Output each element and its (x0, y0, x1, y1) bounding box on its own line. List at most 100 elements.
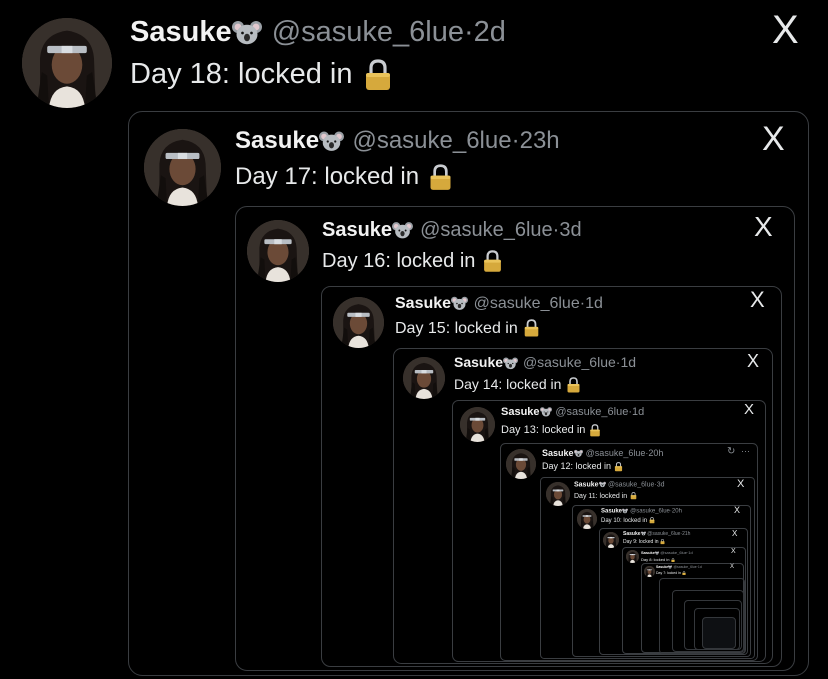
avatar[interactable] (603, 532, 619, 548)
tweet-text: Day 8: locked in (641, 557, 675, 562)
x-logo-icon[interactable]: X (732, 530, 737, 538)
timestamp: 20h (671, 508, 682, 515)
avatar[interactable] (247, 220, 309, 282)
avatar-illustration (403, 357, 445, 399)
avatar[interactable] (333, 297, 384, 348)
dot-separator: · (511, 127, 520, 154)
x-logo-icon[interactable]: X (747, 352, 759, 370)
avatar-illustration (144, 129, 221, 206)
avatar[interactable] (22, 18, 112, 108)
timestamp: 1d (631, 406, 645, 418)
avatar-illustration (22, 18, 112, 108)
tweet-header: Sasuke @sasuke_6lue·1d (501, 406, 644, 420)
refresh-icon[interactable]: ↻ (727, 446, 735, 457)
avatar-illustration (546, 482, 570, 506)
timestamp: 3d (656, 481, 665, 489)
tweet-text: Day 12: locked in (542, 461, 623, 473)
koala-icon (598, 481, 606, 488)
username-handle: @sasuke_6lue (555, 406, 629, 418)
x-logo-icon[interactable]: X (754, 213, 773, 241)
x-logo-icon[interactable]: X (737, 479, 744, 490)
username-handle: @sasuke_6lue (473, 295, 580, 312)
avatar-illustration (644, 566, 655, 577)
lock-icon (615, 461, 623, 471)
lock-icon (525, 319, 539, 337)
timestamp: 1d (620, 354, 637, 370)
koala-icon (319, 131, 345, 152)
avatar[interactable] (626, 550, 639, 563)
avatar-illustration (247, 220, 309, 282)
avatar[interactable] (506, 449, 536, 479)
x-logo-icon[interactable]: X (772, 10, 799, 50)
lock-icon (430, 164, 450, 190)
avatar-illustration (460, 407, 495, 442)
koala-icon (622, 508, 629, 514)
tweet-header: Sasuke @sasuke_6lue·1d (395, 294, 603, 314)
display-name: Sasuke (601, 508, 623, 515)
koala-icon (451, 296, 469, 311)
display-name: Sasuke (130, 16, 232, 48)
tweet-body: Day 17: locked in (235, 163, 420, 190)
timestamp: 1d (585, 295, 603, 312)
koala-icon (539, 407, 552, 417)
tweet-body: Day 18: locked in (130, 58, 353, 90)
x-logo-icon[interactable]: X (750, 289, 765, 311)
avatar[interactable] (577, 509, 597, 529)
avatar[interactable] (403, 357, 445, 399)
username-handle: @sasuke_6lue (420, 219, 553, 241)
display-name: Sasuke (454, 354, 504, 370)
username-handle: @sasuke_6lue (585, 448, 646, 458)
x-logo-icon[interactable]: X (731, 548, 736, 555)
timestamp: 23h (519, 127, 560, 154)
tweet-header: Sasuke @sasuke_6lue·3d (322, 218, 582, 243)
avatar-illustration (626, 550, 639, 563)
tweet-text: Day 18: locked in (130, 56, 393, 94)
avatar-illustration (333, 297, 384, 348)
dot-separator: · (464, 16, 474, 48)
timestamp: 3d (559, 219, 582, 241)
display-name: Sasuke (322, 219, 393, 241)
koala-icon (573, 450, 583, 457)
timestamp: 1d (688, 550, 693, 555)
display-name: Sasuke (235, 127, 320, 154)
x-logo-icon[interactable]: X (730, 564, 734, 570)
tweet-header: Sasuke @sasuke_6lue·23h (235, 126, 560, 156)
tweet-text: Day 14: locked in (454, 375, 581, 394)
lock-icon (567, 377, 580, 393)
username-handle: @sasuke_6lue (352, 127, 512, 154)
avatar[interactable] (546, 482, 570, 506)
tweet-text: Day 13: locked in (501, 423, 601, 437)
avatar[interactable] (144, 129, 221, 206)
username-handle: @sasuke_6lue (607, 481, 655, 489)
tweet-text: Day 16: locked in (322, 248, 503, 274)
avatar-illustration (506, 449, 536, 479)
timestamp: 20h (648, 448, 664, 458)
tweet-body: Day 15: locked in (395, 320, 518, 337)
display-name: Sasuke (395, 295, 452, 312)
timestamp: 21h (682, 531, 691, 537)
tweet-header: Sasuke @sasuke_6lue·21h (623, 531, 690, 537)
tweet-header: Sasuke @sasuke_6lue·1d (656, 565, 702, 569)
username-handle: @sasuke_6lue (630, 508, 670, 515)
x-logo-icon[interactable]: X (734, 506, 740, 515)
lock-icon (671, 557, 675, 562)
lock-icon (484, 250, 502, 272)
tweet-text: Day 15: locked in (395, 319, 540, 340)
tweet-body: Day 14: locked in (454, 376, 562, 392)
tweet-body: Day 9: locked in (623, 539, 659, 546)
avatar-illustration (603, 532, 619, 548)
koala-icon (231, 21, 262, 45)
lock-icon (649, 517, 655, 524)
display-name: Sasuke (501, 406, 540, 418)
tweet-text: Day 10: locked in (601, 517, 655, 526)
lock-icon (682, 571, 686, 576)
x-logo-icon[interactable]: X (762, 122, 785, 156)
tweet-header: Sasuke @sasuke_6lue·3d (574, 481, 665, 490)
avatar[interactable] (644, 566, 655, 577)
avatar[interactable] (460, 407, 495, 442)
x-logo-icon[interactable]: X (744, 402, 754, 417)
display-name: Sasuke (641, 550, 656, 555)
display-name: Sasuke (623, 531, 641, 537)
more-options-icon[interactable]: ··· (741, 446, 750, 456)
lock-icon (590, 423, 601, 436)
